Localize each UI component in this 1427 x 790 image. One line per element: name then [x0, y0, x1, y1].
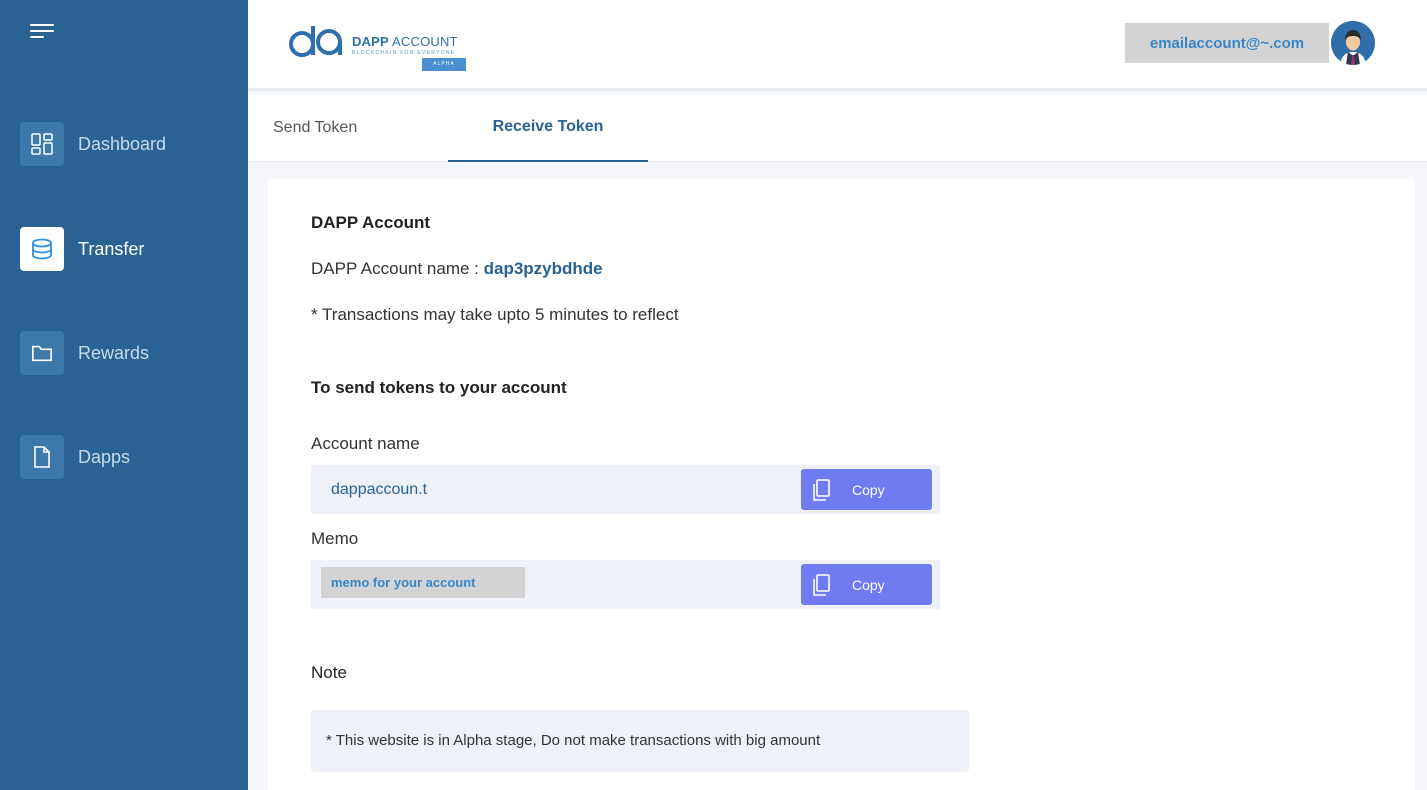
database-icon	[20, 227, 64, 271]
sidebar-item-transfer[interactable]: Transfer	[20, 227, 230, 271]
alpha-note-box: * This website is in Alpha stage, Do not…	[311, 710, 969, 772]
account-name-field-value: dappaccoun.t	[331, 481, 428, 498]
header: DAPP ACCOUNT BLOCKCHAIN FOR EVERYONE ALP…	[248, 0, 1427, 91]
copy-icon	[813, 478, 830, 501]
account-name-value: dap3pzybdhde	[483, 259, 603, 278]
sidebar: Dashboard Transfer Rewards Dapps	[0, 0, 248, 790]
sidebar-item-dapps[interactable]: Dapps	[20, 435, 230, 479]
send-tokens-title: To send tokens to your account	[311, 378, 567, 397]
note-title: Note	[311, 663, 347, 682]
sidebar-item-label: Transfer	[78, 238, 145, 259]
copy-icon	[813, 573, 830, 596]
user-avatar-icon[interactable]	[1331, 21, 1375, 65]
account-name-line: DAPP Account name : dap3pzybdhde	[311, 259, 603, 279]
logo-text: DAPP ACCOUNT BLOCKCHAIN FOR EVERYONE ALP…	[352, 34, 466, 71]
transaction-note: * Transactions may take upto 5 minutes t…	[311, 305, 679, 324]
sidebar-item-label: Dapps	[78, 446, 131, 467]
account-name-label: Account name	[311, 434, 420, 453]
file-icon	[20, 435, 64, 479]
section-title: DAPP Account	[311, 213, 431, 232]
copy-button-label: Copy	[852, 481, 885, 498]
logo-title: DAPP ACCOUNT	[352, 34, 458, 49]
receive-token-card: DAPP Account DAPP Account name : dap3pzy…	[268, 179, 1415, 790]
alpha-note-text: * This website is in Alpha stage, Do not…	[326, 732, 821, 749]
account-name-prefix: DAPP Account name :	[311, 259, 484, 278]
tab-bar: Send Token Receive Token	[248, 94, 1427, 162]
hamburger-icon[interactable]	[30, 24, 56, 42]
tab-send-token[interactable]: Send Token	[248, 94, 448, 162]
logo-badge: ALPHA	[422, 58, 466, 71]
sidebar-item-rewards[interactable]: Rewards	[20, 331, 230, 375]
sidebar-item-label: Rewards	[78, 342, 150, 363]
logo-subtitle: BLOCKCHAIN FOR EVERYONE	[352, 50, 456, 56]
logo-mark-icon	[289, 26, 342, 57]
folder-icon	[20, 331, 64, 375]
tab-receive-token[interactable]: Receive Token	[448, 94, 648, 162]
copy-button-label: Copy	[852, 576, 885, 593]
memo-label: Memo	[311, 529, 359, 548]
memo-field-value: memo for your account	[321, 567, 525, 598]
copy-memo-button[interactable]: Copy	[801, 564, 932, 605]
sidebar-item-dashboard[interactable]: Dashboard	[20, 122, 230, 166]
copy-account-button[interactable]: Copy	[801, 469, 932, 510]
user-email[interactable]: emailaccount@~.com	[1125, 23, 1329, 63]
memo-field: memo for your account Copy	[311, 560, 940, 609]
dashboard-icon	[20, 122, 64, 166]
sidebar-item-label: Dashboard	[78, 133, 167, 154]
logo[interactable]: DAPP ACCOUNT BLOCKCHAIN FOR EVERYONE ALP…	[286, 22, 466, 71]
account-name-field: dappaccoun.t Copy	[311, 465, 940, 514]
